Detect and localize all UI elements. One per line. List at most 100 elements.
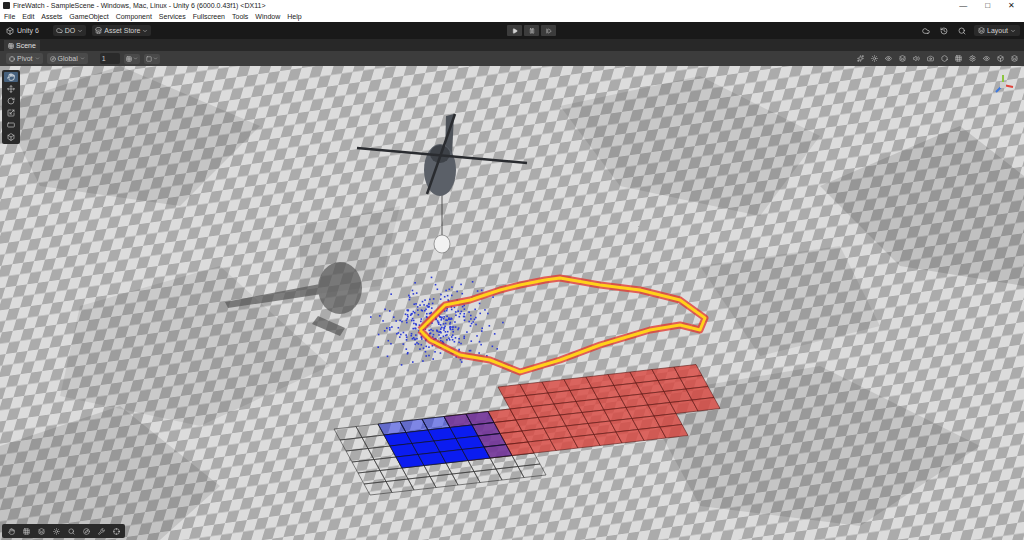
overlay-tool-icon xyxy=(68,528,75,535)
step-button[interactable] xyxy=(541,25,556,36)
terrain-shading xyxy=(0,66,1024,540)
menu-item[interactable]: Help xyxy=(287,13,301,20)
menu-item[interactable]: Edit xyxy=(22,13,34,20)
window-control-button[interactable]: ✕ xyxy=(1008,2,1015,10)
water-particles xyxy=(370,277,504,366)
unity-logo-icon xyxy=(3,2,10,9)
overlay-tool-button[interactable] xyxy=(20,526,32,536)
account-icon xyxy=(56,27,63,34)
store-icon xyxy=(95,27,102,34)
view-option-icon[interactable] xyxy=(927,55,934,62)
grid-visibility-button[interactable] xyxy=(144,54,160,64)
play-button[interactable] xyxy=(507,25,522,36)
space-dropdown[interactable]: Global xyxy=(47,53,88,64)
menu-item[interactable]: GameObject xyxy=(69,13,108,20)
pause-button[interactable] xyxy=(524,25,539,36)
menu-item[interactable]: Component xyxy=(116,13,152,20)
window-controls: — □ ✕ xyxy=(959,2,1021,10)
product-label[interactable]: Unity 6 xyxy=(4,27,41,35)
menu-item[interactable]: Services xyxy=(159,13,186,20)
dropdown-icon xyxy=(142,28,148,34)
search-icon[interactable] xyxy=(958,27,966,35)
helicopter-shadow xyxy=(225,262,362,336)
menu-item[interactable]: Fullscreen xyxy=(193,13,225,20)
account-button[interactable]: DO xyxy=(53,25,87,36)
unity-icon xyxy=(6,27,14,35)
fire-line xyxy=(420,278,705,372)
overlay-tool-button[interactable] xyxy=(110,526,122,536)
window-control-button[interactable]: □ xyxy=(985,2,990,10)
scene-tab-icon xyxy=(8,43,14,49)
view-option-icon[interactable] xyxy=(1011,55,1018,62)
tool-icon xyxy=(7,121,15,129)
menu-item[interactable]: File xyxy=(4,13,15,20)
asset-store-button[interactable]: Asset Store xyxy=(92,25,151,36)
menu-bar: File Edit Assets GameObject Component Service… xyxy=(0,11,1024,22)
view-option-icon[interactable] xyxy=(857,55,864,62)
view-option-icon[interactable] xyxy=(941,55,948,62)
overlay-tool-icon xyxy=(8,528,15,535)
orientation-gizmo-icon[interactable] xyxy=(990,72,1016,98)
view-option-icon[interactable] xyxy=(983,55,990,62)
view-option-icon[interactable] xyxy=(955,55,962,62)
fire-line-glow xyxy=(420,278,705,372)
tool-button[interactable] xyxy=(4,132,18,142)
grid-snap-button[interactable] xyxy=(124,54,140,64)
window-control-button[interactable]: — xyxy=(959,2,967,10)
tool-icon xyxy=(7,133,15,141)
step-icon xyxy=(546,28,552,34)
dropdown-icon xyxy=(80,56,85,61)
view-option-icon[interactable] xyxy=(871,55,878,62)
menu-item[interactable]: Tools xyxy=(232,13,248,20)
scene-view-options xyxy=(857,55,1018,62)
dropdown-icon xyxy=(77,28,83,34)
tab-bar: Scene xyxy=(0,39,1024,51)
main-toolbar: Unity 6 DO Asset Store Layout xyxy=(0,22,1024,39)
dropdown-icon xyxy=(133,56,138,61)
overlay-tool-button[interactable] xyxy=(35,526,47,536)
menu-item[interactable]: Window xyxy=(255,13,280,20)
view-option-icon[interactable] xyxy=(913,55,920,62)
overlay-tool-icon xyxy=(98,528,105,535)
tab[interactable]: Scene xyxy=(4,40,40,51)
overlay-tool-button[interactable] xyxy=(50,526,62,536)
unity-editor: FireWatch - SampleScene - Windows, Mac, … xyxy=(0,0,1024,540)
overlay-tool-button[interactable] xyxy=(5,526,17,536)
dropdown-icon xyxy=(35,56,40,61)
view-option-icon[interactable] xyxy=(969,55,976,62)
view-option-icon[interactable] xyxy=(885,55,892,62)
overlay-tool-icon xyxy=(53,528,60,535)
layout-dropdown[interactable]: Layout xyxy=(974,25,1020,36)
tool-button[interactable] xyxy=(4,120,18,130)
play-icon xyxy=(512,28,518,34)
tool-icon xyxy=(7,109,15,117)
tool-button[interactable] xyxy=(4,72,18,82)
overlay-tool-button[interactable] xyxy=(80,526,92,536)
helicopter xyxy=(357,114,527,253)
overlay-tool-icon xyxy=(38,528,45,535)
pivot-dropdown[interactable]: Pivot xyxy=(6,53,43,64)
scene-viewport[interactable] xyxy=(0,66,1024,540)
terrain xyxy=(0,66,1024,540)
fire-grid xyxy=(334,365,720,496)
view-option-icon[interactable] xyxy=(997,55,1004,62)
overlay-tool-button[interactable] xyxy=(65,526,77,536)
menu-item[interactable]: Assets xyxy=(41,13,62,20)
view-option-icon[interactable] xyxy=(899,55,906,62)
play-controls xyxy=(507,25,556,36)
tool-button[interactable] xyxy=(4,84,18,94)
history-icon[interactable] xyxy=(940,27,948,35)
tool-button[interactable] xyxy=(4,96,18,106)
dropdown-icon xyxy=(1010,28,1016,34)
grid-size-field[interactable]: 1 xyxy=(100,53,120,64)
tool-icon xyxy=(7,73,15,81)
cloud-icon[interactable] xyxy=(922,27,930,35)
pause-icon xyxy=(529,28,535,34)
dropdown-icon xyxy=(153,56,158,61)
overlay-toolbar xyxy=(2,524,125,538)
layout-icon xyxy=(978,27,985,34)
scene-render[interactable] xyxy=(0,66,1024,540)
grid-plane-icon xyxy=(146,56,152,62)
overlay-tool-button[interactable] xyxy=(95,526,107,536)
tool-button[interactable] xyxy=(4,108,18,118)
